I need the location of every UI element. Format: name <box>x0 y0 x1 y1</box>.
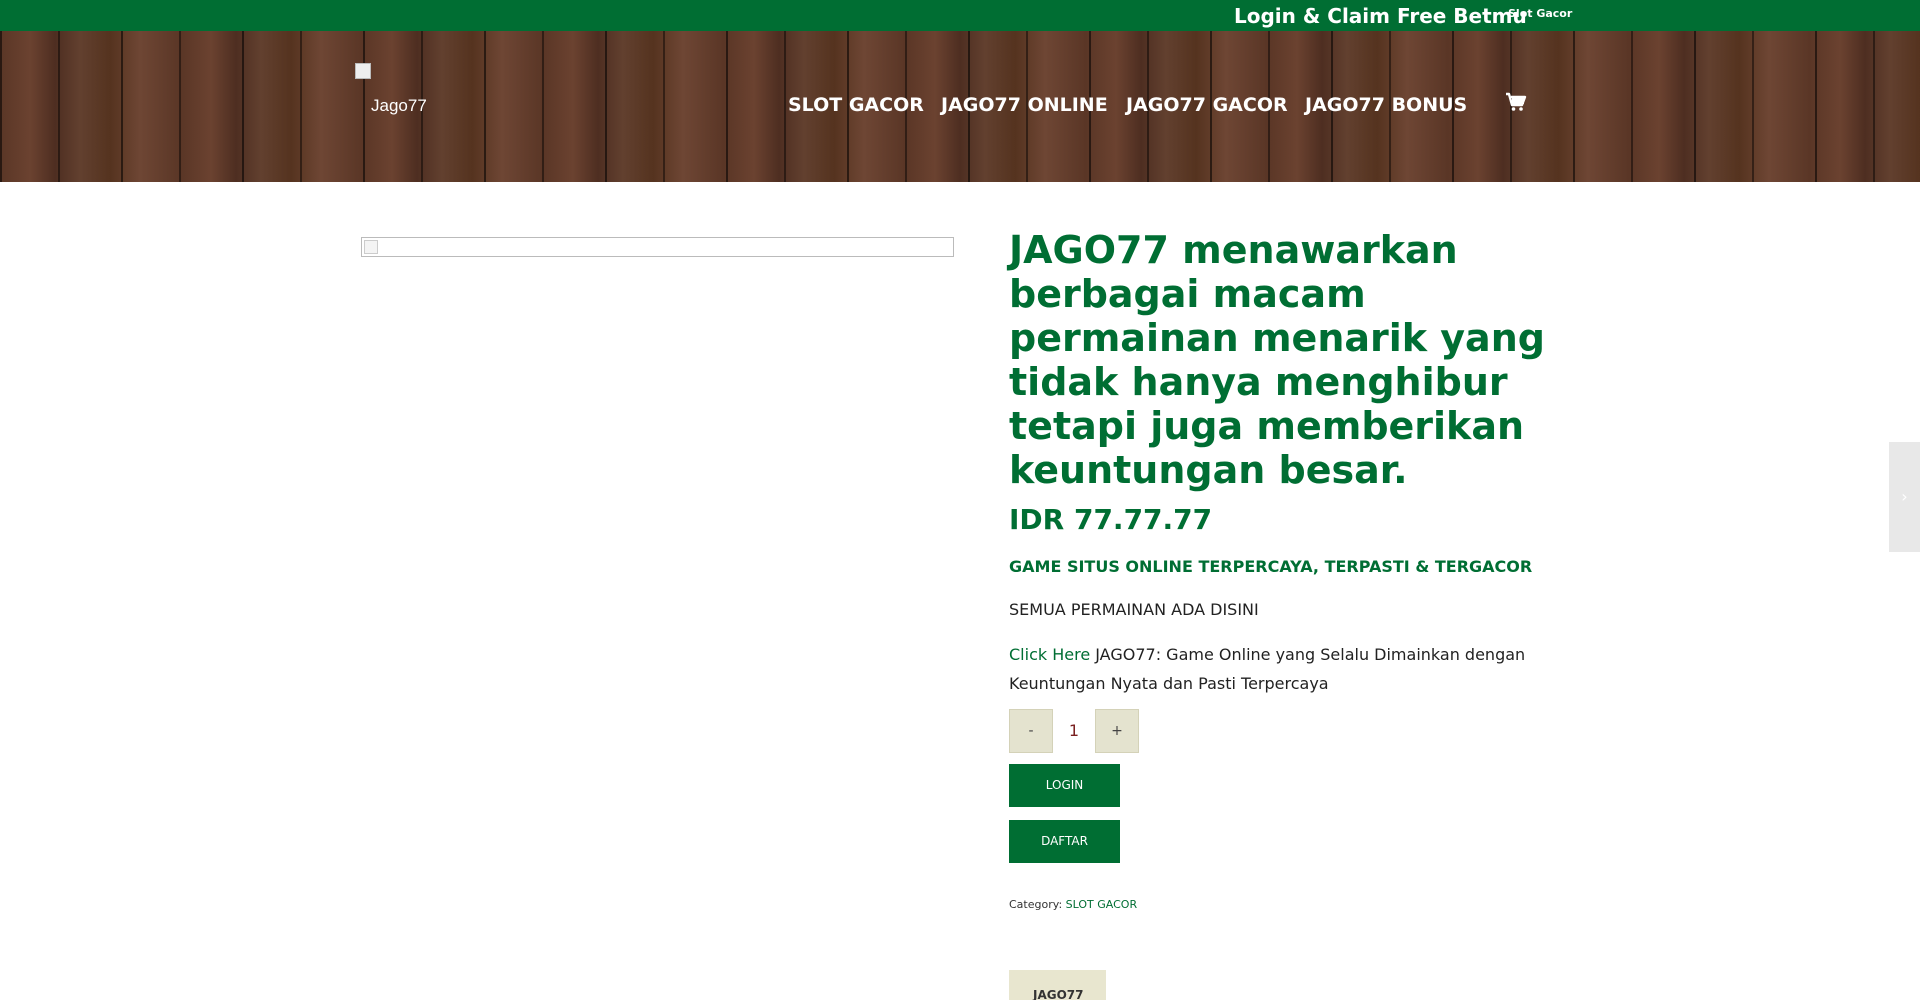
quantity-stepper: - 1 + <box>1009 709 1139 753</box>
product-description-line: SEMUA PERMAINAN ADA DISINI <box>1009 600 1259 619</box>
description-tab[interactable]: JAGO77 <box>1009 970 1106 1000</box>
top-bar: Login & Claim Free Betmu Slot Gacor <box>0 0 1920 31</box>
daftar-button[interactable]: DAFTAR <box>1009 820 1120 863</box>
quantity-plus-button[interactable]: + <box>1095 709 1139 753</box>
product-description: Click Here JAGO77: Game Online yang Sela… <box>1009 640 1569 698</box>
product-subheading: GAME SITUS ONLINE TERPERCAYA, TERPASTI &… <box>1009 557 1533 576</box>
logo-image[interactable] <box>355 63 371 79</box>
category-label: Category: <box>1009 898 1063 911</box>
site-header: Jago77 SLOT GACOR JAGO77 ONLINE JAGO77 G… <box>0 31 1920 182</box>
product-category: Category: SLOT GACOR <box>1009 898 1137 911</box>
nav-item-jago77-gacor[interactable]: JAGO77 GACOR <box>1126 94 1288 116</box>
product-price: IDR 77.77.77 <box>1009 503 1213 536</box>
click-here-link[interactable]: Click Here <box>1009 645 1090 664</box>
nav-item-jago77-online[interactable]: JAGO77 ONLINE <box>941 94 1108 116</box>
product-image[interactable] <box>361 237 954 257</box>
broken-image-icon <box>364 240 378 254</box>
category-link[interactable]: SLOT GACOR <box>1066 898 1137 911</box>
quantity-minus-button[interactable]: - <box>1009 709 1053 753</box>
product-title: JAGO77 menawarkan berbagai macam permain… <box>1009 228 1545 492</box>
login-button[interactable]: LOGIN <box>1009 764 1120 807</box>
quantity-input[interactable]: 1 <box>1053 709 1095 753</box>
nav-item-slot-gacor[interactable]: SLOT GACOR <box>788 94 924 116</box>
logo-text[interactable]: Jago77 <box>371 96 427 116</box>
chevron-right-icon[interactable]: › <box>1889 442 1920 552</box>
shopping-cart-icon[interactable] <box>1505 92 1527 118</box>
slot-gacor-top-link[interactable]: Slot Gacor <box>1508 7 1572 20</box>
nav-item-jago77-bonus[interactable]: JAGO77 BONUS <box>1305 94 1467 116</box>
promo-link[interactable]: Login & Claim Free Betmu <box>1234 4 1527 28</box>
